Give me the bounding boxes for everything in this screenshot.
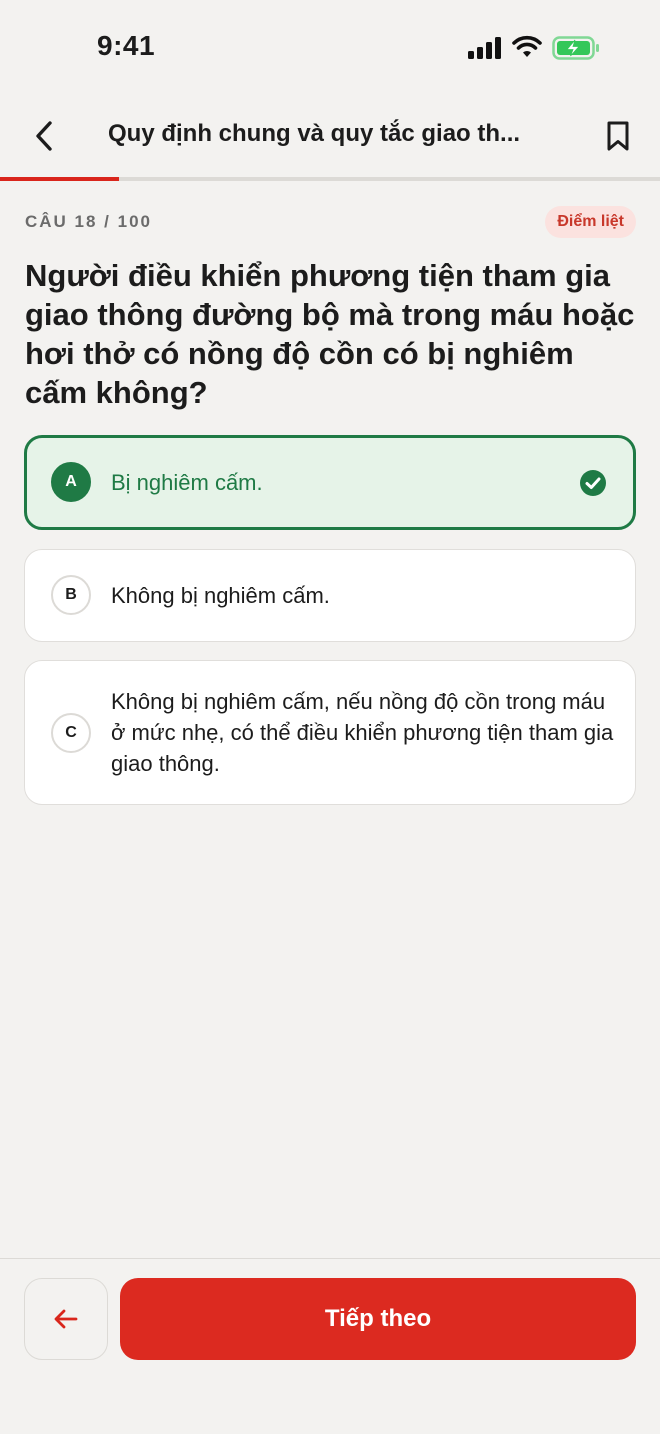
progress-bar: [0, 177, 660, 181]
question-text: Người điều khiển phương tiện tham gia gi…: [25, 258, 635, 410]
option-letter: A: [51, 462, 91, 502]
question-counter: CÂU 18 / 100: [25, 212, 152, 231]
progress-bar-fill: [0, 177, 119, 181]
answer-option-a[interactable]: A Bị nghiêm cấm.: [24, 435, 636, 530]
bookmark-button[interactable]: [598, 114, 638, 158]
cellular-signal-icon: [468, 37, 501, 59]
bookmark-icon: [607, 121, 629, 151]
back-button[interactable]: [24, 114, 64, 158]
critical-question-badge: Điểm liệt: [545, 206, 636, 238]
battery-charging-icon: [552, 36, 599, 60]
answer-option-c[interactable]: C Không bị nghiêm cấm, nếu nồng độ cồn t…: [24, 660, 636, 805]
status-bar: 9:41: [0, 0, 660, 96]
wifi-icon: [512, 35, 542, 57]
arrow-left-icon: [54, 1309, 78, 1329]
page-title: Quy định chung và quy tắc giao th...: [108, 120, 521, 147]
nav-header: Quy định chung và quy tắc giao th...: [0, 96, 660, 178]
option-letter: B: [51, 575, 91, 615]
bottom-divider: [0, 1258, 660, 1259]
option-letter: C: [51, 713, 91, 753]
chevron-left-icon: [36, 121, 52, 151]
option-text: Bị nghiêm cấm.: [111, 470, 263, 495]
status-time: 9:41: [97, 30, 156, 61]
next-button[interactable]: Tiếp theo: [120, 1278, 636, 1360]
answer-option-b[interactable]: B Không bị nghiêm cấm.: [24, 549, 636, 642]
check-circle-icon: [580, 470, 606, 496]
previous-question-button[interactable]: [24, 1278, 108, 1360]
option-text: Không bị nghiêm cấm, nếu nồng độ cồn tro…: [111, 689, 614, 776]
option-text: Không bị nghiêm cấm.: [111, 583, 330, 608]
